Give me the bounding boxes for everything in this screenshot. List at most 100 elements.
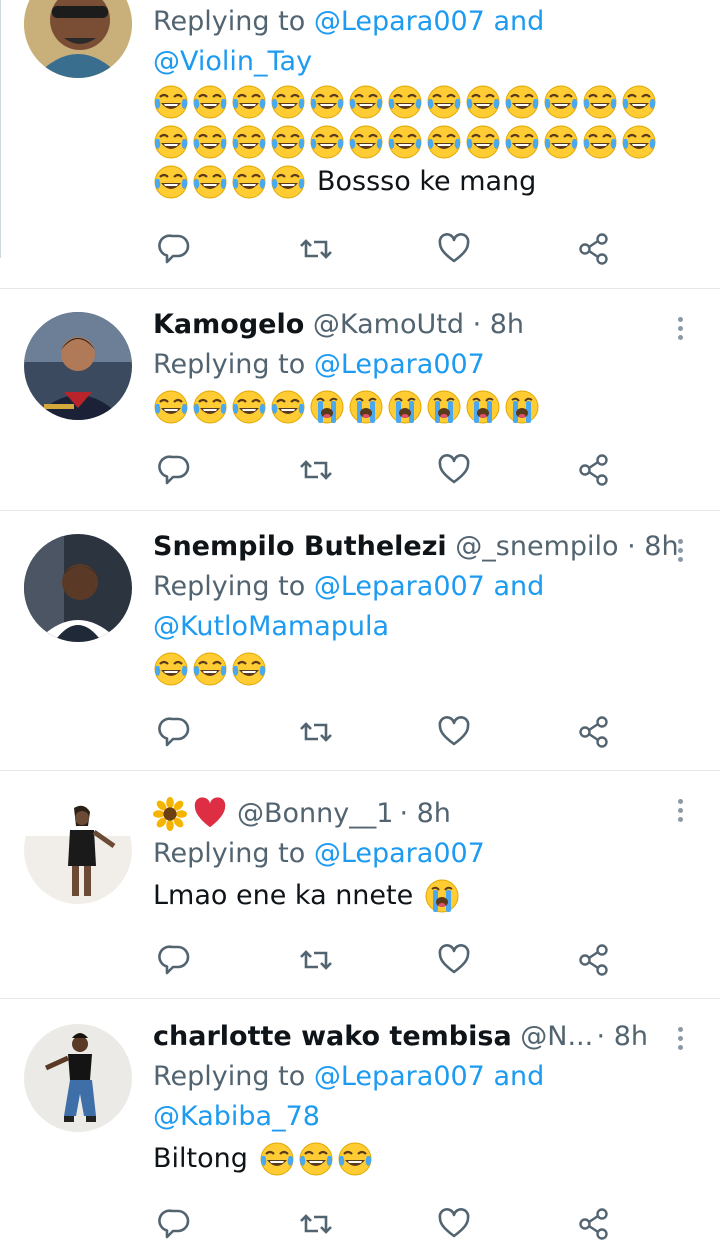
avatar-image: [24, 534, 132, 642]
laughing-tears-emoji: [337, 1141, 373, 1177]
laughing-tears-emoji: [504, 84, 540, 120]
timestamp[interactable]: · 8h: [399, 794, 450, 834]
more-options-button[interactable]: [670, 530, 690, 570]
tweet-3[interactable]: Snempilo Buthelezi @_snempilo · 8h Reply…: [0, 512, 720, 771]
tweet-text: Bossso ke mang: [153, 160, 720, 204]
reply-icon: [158, 234, 190, 264]
share-button[interactable]: [572, 710, 616, 754]
like-icon: [438, 716, 470, 746]
laughing-tears-emoji: [387, 84, 423, 120]
laughing-tears-emoji: [192, 164, 228, 200]
tweet-2[interactable]: Kamogelo @KamoUtd · 8h Replying to @Lepa…: [0, 290, 720, 511]
mention-link[interactable]: @Violin_Tay: [153, 42, 720, 82]
laughing-tears-emoji: [621, 124, 657, 160]
avatar[interactable]: [24, 312, 132, 420]
reply-button[interactable]: [153, 227, 197, 271]
tweet-header: @Bonny__1 · 8h: [153, 794, 720, 834]
timestamp[interactable]: · 8h: [597, 1017, 648, 1057]
laughing-tears-emoji: [192, 389, 228, 425]
laughing-tears-emoji: [270, 124, 306, 160]
user-handle[interactable]: @Bonny__1: [237, 794, 393, 834]
like-button[interactable]: [432, 448, 476, 492]
red-heart-icon: [194, 797, 226, 828]
mention-link[interactable]: @Lepara007 and: [314, 6, 544, 37]
crying-emoji: [427, 390, 461, 424]
user-handle[interactable]: @KamoUtd: [313, 309, 464, 340]
more-options-button[interactable]: [670, 790, 690, 830]
action-bar: [153, 448, 623, 492]
retweet-button[interactable]: [294, 710, 338, 754]
tweet-5[interactable]: charlotte wako tembisa @N... Replying to…: [0, 1000, 720, 1240]
laughing-tears-emoji: [259, 1141, 295, 1177]
tweet-text-body: Lmao ene ka nnete: [153, 880, 414, 911]
reply-button[interactable]: [153, 1202, 197, 1246]
reply-icon: [158, 455, 190, 485]
reply-feed: Replying to @Lepara007 and @Violin_Tay B…: [0, 0, 720, 1240]
tweet-text-body: Biltong: [153, 1143, 248, 1174]
laugh-emoji-group: [153, 651, 267, 687]
like-button[interactable]: [432, 710, 476, 754]
laugh-emoji-group: [153, 84, 657, 120]
laughing-tears-emoji: [465, 84, 501, 120]
laughing-tears-emoji: [153, 124, 189, 160]
display-name[interactable]: Snempilo Buthelezi: [153, 531, 447, 562]
share-icon: [579, 716, 608, 748]
tweet-4[interactable]: @Bonny__1 · 8h Replying to @Lepara007 Lm…: [0, 772, 720, 999]
laughing-tears-emoji: [465, 124, 501, 160]
share-icon: [579, 944, 608, 976]
tweet-text: Lmao ene ka nnete: [153, 874, 720, 918]
reply-button[interactable]: [153, 710, 197, 754]
avatar[interactable]: [24, 0, 132, 78]
retweet-button[interactable]: [294, 938, 338, 982]
display-name[interactable]: charlotte wako tembisa: [153, 1021, 512, 1052]
laughing-tears-emoji: [231, 389, 267, 425]
mention-link[interactable]: @Kabiba_78: [153, 1097, 720, 1137]
display-name[interactable]: Kamogelo: [153, 309, 304, 340]
retweet-button[interactable]: [294, 448, 338, 492]
laughing-tears-emoji: [153, 651, 189, 687]
retweet-icon: [299, 460, 333, 480]
share-button[interactable]: [572, 938, 616, 982]
mention-link[interactable]: @Lepara007: [314, 349, 485, 380]
retweet-button[interactable]: [294, 1202, 338, 1246]
laughing-tears-emoji: [231, 164, 267, 200]
reply-button[interactable]: [153, 938, 197, 982]
like-button[interactable]: [432, 227, 476, 271]
retweet-button[interactable]: [294, 227, 338, 271]
timestamp[interactable]: · 8h: [473, 309, 524, 340]
like-button[interactable]: [432, 938, 476, 982]
tweet-1[interactable]: Replying to @Lepara007 and @Violin_Tay B…: [0, 0, 720, 289]
user-handle[interactable]: @N...: [520, 1021, 593, 1052]
action-bar: [153, 227, 623, 271]
mention-link[interactable]: @Lepara007: [314, 838, 485, 869]
mention-link[interactable]: @Lepara007 and: [314, 571, 544, 602]
crying-emoji: [505, 390, 539, 424]
reply-button[interactable]: [153, 448, 197, 492]
share-button[interactable]: [572, 448, 616, 492]
share-icon: [579, 1208, 608, 1240]
mention-link[interactable]: @KutloMamapula: [153, 607, 720, 647]
cry-emoji-group: [424, 878, 460, 914]
mention-link[interactable]: @Lepara007 and: [314, 1061, 544, 1092]
like-button[interactable]: [432, 1202, 476, 1246]
avatar-image: [24, 796, 132, 904]
laughing-tears-emoji: [387, 124, 423, 160]
thread-rule: [0, 0, 1, 258]
laughing-tears-emoji: [270, 164, 306, 200]
crying-emoji: [310, 390, 344, 424]
more-options-button[interactable]: [670, 1018, 690, 1058]
crying-emoji: [425, 879, 460, 913]
action-bar: [153, 938, 623, 982]
crying-emoji: [388, 390, 422, 424]
share-button[interactable]: [572, 1202, 616, 1246]
reply-context: Replying to @Lepara007 and: [153, 6, 545, 37]
more-options-button[interactable]: [670, 308, 690, 348]
laughing-tears-emoji: [153, 84, 189, 120]
avatar[interactable]: [24, 796, 132, 904]
laughing-tears-emoji: [192, 84, 228, 120]
share-icon: [579, 454, 608, 486]
avatar[interactable]: [24, 1024, 132, 1132]
avatar[interactable]: [24, 534, 132, 642]
user-handle[interactable]: @_snempilo: [455, 531, 618, 562]
share-button[interactable]: [572, 227, 616, 271]
